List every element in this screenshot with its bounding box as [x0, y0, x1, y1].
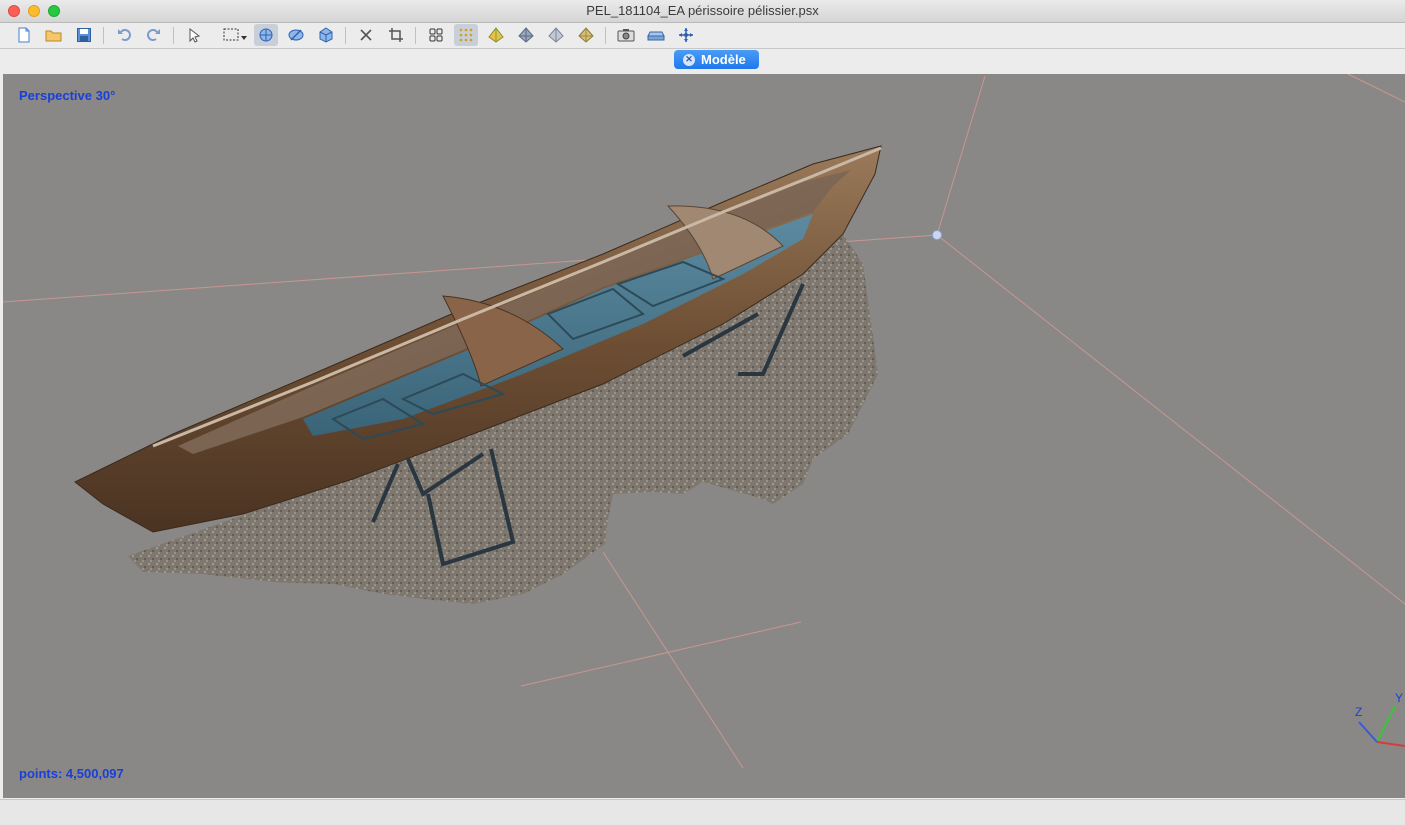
- shaded-model-button[interactable]: [544, 24, 568, 46]
- rotate-object-button[interactable]: [284, 24, 308, 46]
- solid-model-icon: [488, 27, 504, 43]
- toolbar-separator: [103, 27, 104, 44]
- pointer-button[interactable]: [182, 24, 206, 46]
- new-document-button[interactable]: [12, 24, 36, 46]
- tab-model[interactable]: ✕ Modèle: [674, 50, 759, 69]
- capture-view-button[interactable]: [614, 24, 638, 46]
- rectangle-selection-icon: [223, 28, 247, 41]
- navigation-mode-icon: [259, 28, 273, 42]
- redo-icon: [147, 29, 160, 41]
- wireframe-model-icon: [518, 27, 534, 43]
- wireframe-model-button[interactable]: [514, 24, 538, 46]
- delete-selection-button[interactable]: [354, 24, 378, 46]
- window-title: PEL_181104_EA périssoire pélissier.psx: [586, 3, 819, 18]
- tab-model-label: Modèle: [701, 52, 746, 67]
- model-viewport[interactable]: Z Y Perspective 30° points: 4,500,097: [3, 74, 1405, 798]
- toolbar-separator: [173, 27, 174, 44]
- undo-icon: [118, 29, 131, 41]
- save-button[interactable]: [72, 24, 96, 46]
- crop-selection-icon: [389, 28, 403, 42]
- move-region-button[interactable]: [314, 24, 338, 46]
- projection-label: Perspective 30°: [19, 88, 116, 103]
- shaded-model-icon: [548, 27, 564, 43]
- close-tab-icon[interactable]: ✕: [683, 53, 695, 66]
- points-count-label: points: 4,500,097: [19, 766, 124, 781]
- redo-button[interactable]: [142, 24, 166, 46]
- navigation-mode-button[interactable]: [254, 24, 278, 46]
- save-icon: [77, 28, 91, 42]
- undo-button[interactable]: [112, 24, 136, 46]
- rectangle-selection-button[interactable]: [220, 24, 250, 46]
- rotate-object-icon: [288, 29, 304, 41]
- open-folder-icon: [45, 30, 62, 42]
- axis-gizmo: Z Y: [1355, 691, 1405, 747]
- show-cameras-button[interactable]: [424, 24, 448, 46]
- reset-view-button[interactable]: [674, 24, 698, 46]
- toolbar-separator: [345, 27, 346, 44]
- tab-bar: ✕ Modèle: [0, 49, 1405, 73]
- open-button[interactable]: [42, 24, 66, 46]
- point-cloud-button[interactable]: [454, 24, 478, 46]
- new-document-icon: [18, 27, 30, 43]
- toolbar-separator: [605, 27, 606, 44]
- delete-selection-icon: [360, 29, 372, 41]
- capture-view-icon: [617, 29, 635, 42]
- title-bar: PEL_181104_EA périssoire pélissier.psx: [0, 0, 1405, 23]
- show-region-icon: [647, 31, 665, 41]
- show-cameras-icon: [429, 28, 443, 42]
- scene-canvas: Z Y: [3, 74, 1405, 769]
- reset-view-icon: [679, 28, 693, 42]
- status-bar: [0, 799, 1405, 825]
- pointer-icon: [189, 27, 201, 43]
- textured-model-button[interactable]: [574, 24, 598, 46]
- axis-y-label: Y: [1395, 691, 1403, 705]
- move-region-icon: [319, 27, 333, 43]
- point-cloud-icon: [459, 28, 473, 42]
- textured-model-icon: [578, 27, 594, 43]
- toolbar-separator: [415, 27, 416, 44]
- main-toolbar: [0, 23, 1405, 49]
- solid-model-button[interactable]: [484, 24, 508, 46]
- axis-z-label: Z: [1355, 705, 1362, 719]
- crop-selection-button[interactable]: [384, 24, 408, 46]
- show-region-button[interactable]: [644, 24, 668, 46]
- region-corner-handle[interactable]: [932, 230, 942, 240]
